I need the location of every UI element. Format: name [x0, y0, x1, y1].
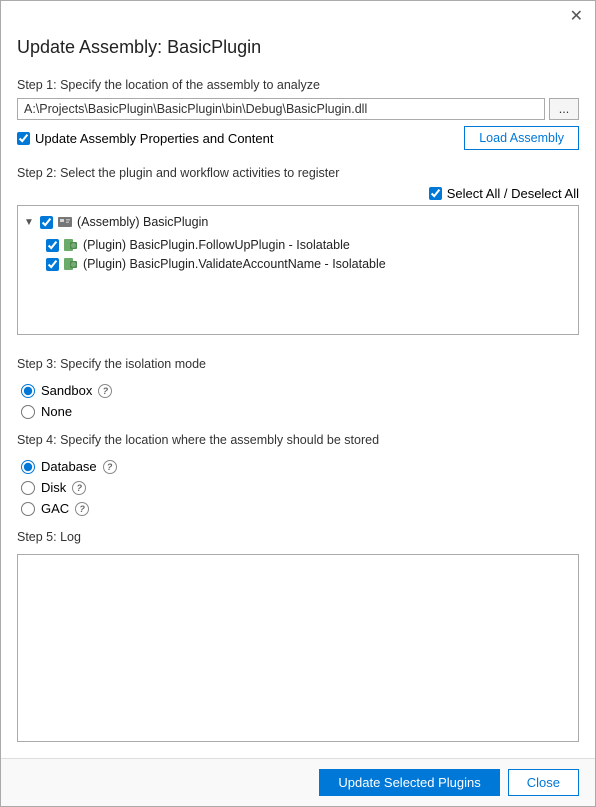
- disk-help-icon[interactable]: ?: [72, 481, 86, 495]
- load-assembly-button[interactable]: Load Assembly: [464, 126, 579, 150]
- sandbox-label: Sandbox: [41, 383, 92, 398]
- tree-node-plugin1: (Plugin) BasicPlugin.FollowUpPlugin - Is…: [46, 237, 572, 253]
- plugin-tree-box: ▼ (Assembly) BasicPlugin: [17, 205, 579, 335]
- gac-help-icon[interactable]: ?: [75, 502, 89, 516]
- step3-label: Step 3: Specify the isolation mode: [17, 357, 579, 371]
- step4-disk-item: Disk ?: [21, 480, 579, 495]
- tree-expand-icon[interactable]: ▼: [24, 217, 36, 228]
- none-radio[interactable]: [21, 405, 35, 419]
- disk-label: Disk: [41, 480, 66, 495]
- step4-label: Step 4: Specify the location where the a…: [17, 433, 579, 447]
- log-box: [17, 554, 579, 742]
- path-input[interactable]: [17, 98, 545, 120]
- step5-label: Step 5: Log: [17, 530, 579, 544]
- dialog-body: Step 1: Specify the location of the asse…: [1, 66, 595, 758]
- database-help-icon[interactable]: ?: [103, 460, 117, 474]
- sandbox-help-icon[interactable]: ?: [98, 384, 112, 398]
- tree-node-plugin2: (Plugin) BasicPlugin.ValidateAccountName…: [46, 256, 572, 272]
- close-icon-button[interactable]: ✕: [564, 7, 589, 27]
- dialog-titlebar: Update Assembly: BasicPlugin: [1, 27, 595, 66]
- update-props-checkbox[interactable]: [17, 132, 30, 145]
- update-selected-plugins-button[interactable]: Update Selected Plugins: [319, 769, 499, 796]
- database-label: Database: [41, 459, 97, 474]
- select-all-label: Select All / Deselect All: [447, 186, 579, 201]
- dialog-title: Update Assembly: BasicPlugin: [17, 37, 261, 58]
- gac-label: GAC: [41, 501, 69, 516]
- assembly-node-label: (Assembly) BasicPlugin: [77, 215, 208, 229]
- step3-none-item: None: [21, 404, 579, 419]
- step1-label: Step 1: Specify the location of the asse…: [17, 78, 579, 92]
- database-radio[interactable]: [21, 460, 35, 474]
- sandbox-radio[interactable]: [21, 384, 35, 398]
- update-props-left: Update Assembly Properties and Content: [17, 131, 273, 146]
- plugin2-node-label: (Plugin) BasicPlugin.ValidateAccountName…: [83, 257, 386, 271]
- plugin2-icon: [63, 256, 79, 272]
- assembly-checkbox[interactable]: [40, 216, 53, 229]
- step3-radio-group: Sandbox ? None: [21, 383, 579, 419]
- step2-label: Step 2: Select the plugin and workflow a…: [17, 166, 579, 180]
- close-button[interactable]: Close: [508, 769, 579, 796]
- plugin2-checkbox[interactable]: [46, 258, 59, 271]
- select-all-row: Select All / Deselect All: [17, 186, 579, 201]
- step4-radio-group: Database ? Disk ? GAC ?: [21, 459, 579, 516]
- browse-button[interactable]: ...: [549, 98, 579, 120]
- plugin1-checkbox[interactable]: [46, 239, 59, 252]
- step4-gac-item: GAC ?: [21, 501, 579, 516]
- plugin1-node-label: (Plugin) BasicPlugin.FollowUpPlugin - Is…: [83, 238, 350, 252]
- update-assembly-dialog: ✕ Update Assembly: BasicPlugin Step 1: S…: [0, 0, 596, 807]
- tree-children: (Plugin) BasicPlugin.FollowUpPlugin - Is…: [46, 237, 572, 272]
- gac-radio[interactable]: [21, 502, 35, 516]
- select-all-checkbox[interactable]: [429, 187, 442, 200]
- none-label: None: [41, 404, 72, 419]
- update-props-row: Update Assembly Properties and Content L…: [17, 126, 579, 150]
- tree-node-assembly: ▼ (Assembly) BasicPlugin: [24, 214, 572, 230]
- step4-database-item: Database ?: [21, 459, 579, 474]
- disk-radio[interactable]: [21, 481, 35, 495]
- path-row: ...: [17, 98, 579, 120]
- dialog-footer: Update Selected Plugins Close: [1, 758, 595, 806]
- plugin1-icon: [63, 237, 79, 253]
- assembly-icon: [57, 214, 73, 230]
- step3-sandbox-item: Sandbox ?: [21, 383, 579, 398]
- update-props-label: Update Assembly Properties and Content: [35, 131, 273, 146]
- tree-root: ▼ (Assembly) BasicPlugin: [24, 214, 572, 272]
